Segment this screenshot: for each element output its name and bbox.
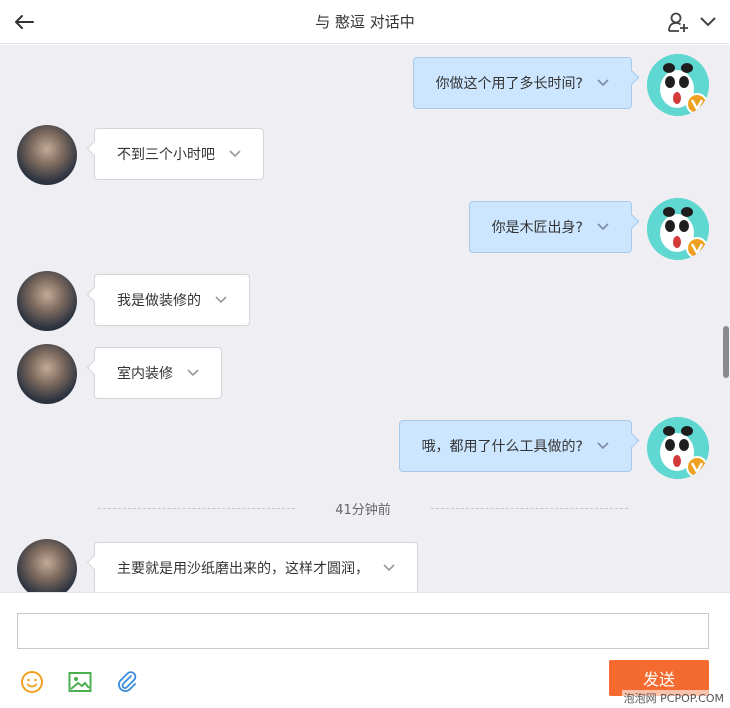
my-message-bubble[interactable]: 你做这个用了多长时间? (412, 57, 632, 109)
attachment-button[interactable] (114, 669, 140, 695)
message-text: 我是做装修的 (117, 293, 201, 309)
time-divider: 41分钟前 (98, 498, 629, 518)
arrow-left-icon (15, 15, 34, 29)
message-options-button[interactable] (383, 564, 395, 572)
emoji-icon (21, 671, 43, 693)
more-menu-button[interactable] (696, 10, 720, 34)
user-add-icon (668, 12, 688, 32)
add-contact-button[interactable] (666, 10, 690, 34)
image-button[interactable] (67, 669, 93, 695)
scrollbar-track[interactable] (722, 45, 730, 592)
contact-message-bubble[interactable]: 室内装修 (94, 347, 222, 399)
message-text: 室内装修 (117, 366, 173, 382)
panda-avatar-icon (647, 417, 709, 479)
message-options-button[interactable] (597, 442, 609, 450)
contact-avatar[interactable] (17, 539, 77, 592)
panda-avatar-icon (647, 198, 709, 260)
message-input[interactable] (17, 613, 709, 649)
panda-avatar-icon (647, 54, 709, 116)
timestamp: 41分钟前 (335, 502, 391, 518)
message-text: 哦，都用了什么工具做的? (421, 439, 583, 455)
message-text: 你是木匠出身? (491, 220, 583, 236)
message-options-button[interactable] (229, 150, 241, 158)
composer: 发送 (0, 592, 730, 708)
contact-message-bubble[interactable]: 我是做装修的 (94, 274, 250, 326)
contact-message-bubble[interactable]: 主要就是用沙纸磨出来的，这样才圆润， (94, 542, 418, 592)
chevron-down-icon (229, 150, 241, 158)
message-text: 你做这个用了多长时间? (435, 76, 583, 92)
message-text: 主要就是用沙纸磨出来的，这样才圆润， (117, 561, 369, 577)
watermark: 泡泡网 PCPOP.COM (621, 690, 726, 706)
message-text: 不到三个小时吧 (117, 147, 215, 163)
conversation-title: 与 憨逗 对话中 (315, 13, 415, 31)
my-message-bubble[interactable]: 哦，都用了什么工具做的? (398, 420, 632, 472)
my-avatar[interactable] (647, 198, 709, 260)
message-list[interactable]: 你做这个用了多长时间? 不到三个小时吧 你是木匠出身? 我是做装修的 室内装修 … (0, 45, 722, 592)
chevron-down-icon (383, 564, 395, 572)
contact-avatar[interactable] (17, 125, 77, 185)
back-button[interactable] (10, 8, 38, 36)
contact-avatar[interactable] (17, 271, 77, 331)
chevron-down-icon (215, 296, 227, 304)
contact-message-bubble[interactable]: 不到三个小时吧 (94, 128, 264, 180)
chevron-down-icon (597, 223, 609, 231)
chevron-down-icon (597, 442, 609, 450)
message-options-button[interactable] (597, 79, 609, 87)
my-avatar[interactable] (647, 417, 709, 479)
my-avatar[interactable] (647, 54, 709, 116)
image-icon (68, 672, 92, 692)
chevron-down-icon (187, 369, 199, 377)
emoji-button[interactable] (19, 669, 45, 695)
contact-avatar[interactable] (17, 344, 77, 404)
my-message-bubble[interactable]: 你是木匠出身? (468, 201, 632, 253)
attachment-icon (118, 671, 137, 692)
chevron-down-icon (700, 17, 716, 27)
message-options-button[interactable] (597, 223, 609, 231)
chat-header: 与 憨逗 对话中 (0, 0, 730, 44)
divider-line (430, 507, 629, 509)
divider-line (98, 507, 296, 509)
chevron-down-icon (597, 79, 609, 87)
message-options-button[interactable] (215, 296, 227, 304)
message-options-button[interactable] (187, 369, 199, 377)
scrollbar-thumb[interactable] (723, 326, 729, 378)
